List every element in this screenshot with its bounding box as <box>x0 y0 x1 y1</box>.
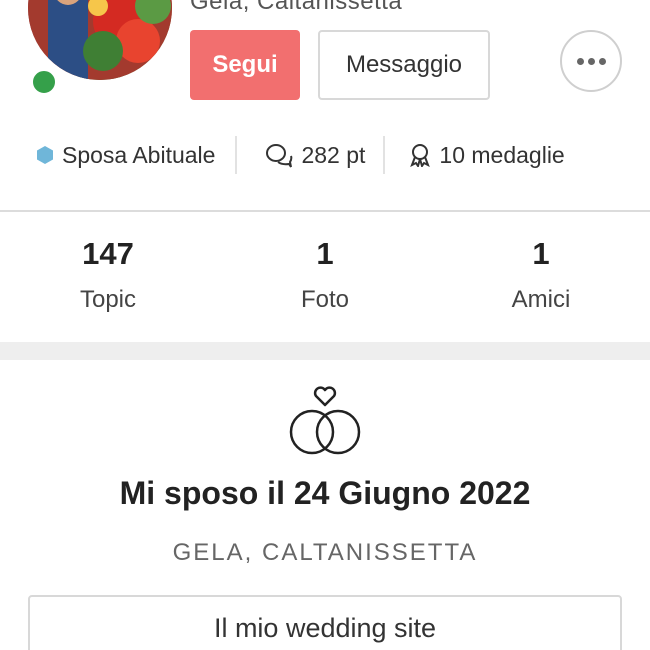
stat-value: 1 <box>316 236 334 271</box>
wedding-rings-icon <box>289 386 361 455</box>
stat-label: Foto <box>300 286 350 313</box>
badges-row: Sposa Abituale 282 pt 10 medaglie <box>0 130 650 180</box>
medal-icon <box>409 143 431 167</box>
hexagon-icon <box>36 145 54 165</box>
stat-value: 147 <box>82 236 134 271</box>
points-label: 282 pt <box>301 141 366 168</box>
message-button[interactable]: Messaggio <box>318 30 490 100</box>
medals-badge[interactable]: 10 medaglie <box>409 141 565 169</box>
badge-divider <box>235 136 238 174</box>
avatar-photo <box>28 0 172 80</box>
online-status-indicator <box>30 68 58 96</box>
profile-page: Gela, Caltanissetta Segui Messaggio Spos… <box>0 0 650 650</box>
avatar[interactable] <box>28 0 172 80</box>
profile-location: Gela, Caltanissetta <box>190 0 403 15</box>
stat-value: 1 <box>532 236 550 271</box>
chat-bubbles-icon <box>265 142 293 168</box>
badge-divider <box>383 136 386 174</box>
more-dots-icon <box>576 57 606 65</box>
stat-amici[interactable]: 1 Amici <box>441 232 641 314</box>
section-divider <box>0 210 650 212</box>
follow-button[interactable]: Segui <box>190 30 300 100</box>
wedding-date-title: Mi sposo il 24 Giugno 2022 <box>119 475 531 511</box>
section-separator-band <box>0 342 650 360</box>
points-badge[interactable]: 282 pt <box>265 142 365 169</box>
wedding-site-label: Il mio wedding site <box>213 613 437 643</box>
level-badge[interactable]: Sposa Abituale <box>36 142 215 169</box>
medals-label: 10 medaglie <box>439 141 565 168</box>
stat-foto[interactable]: 1 Foto <box>225 232 425 314</box>
more-options-button[interactable] <box>560 30 622 92</box>
stat-label: Topic <box>79 286 137 313</box>
wedding-site-button[interactable]: Il mio wedding site <box>28 595 622 650</box>
wedding-location: GELA, CALTANISSETTA <box>172 539 478 566</box>
stat-topic[interactable]: 147 Topic <box>8 232 208 314</box>
level-label: Sposa Abituale <box>62 141 216 168</box>
stat-label: Amici <box>511 286 571 313</box>
